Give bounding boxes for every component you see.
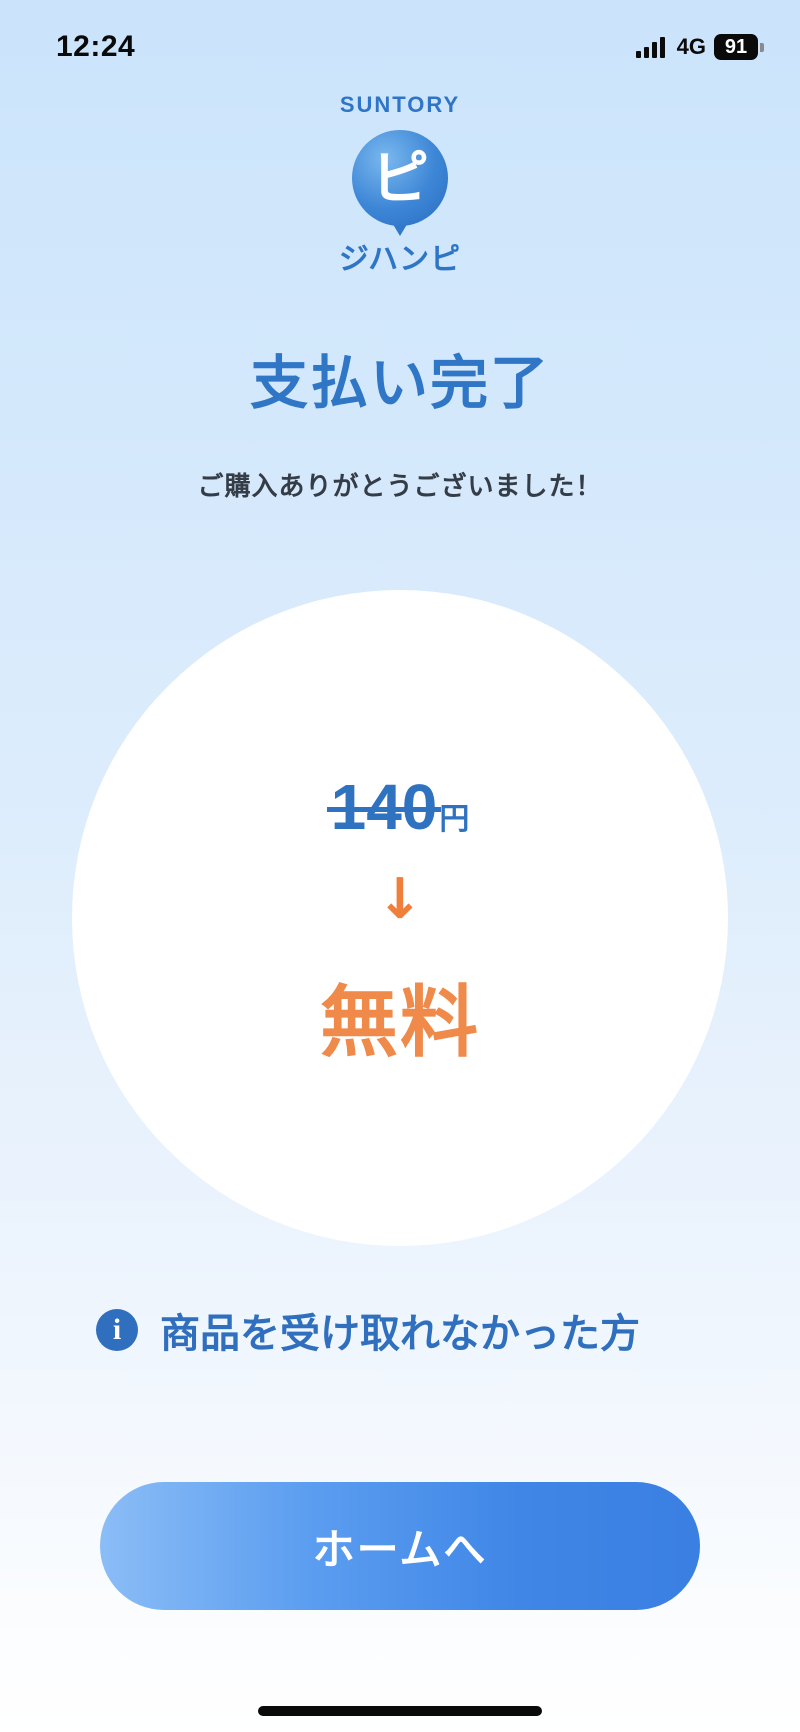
- help-link-label: 商品を受け取れなかった方: [160, 1311, 640, 1357]
- original-price-amount: 140: [326, 771, 442, 843]
- price-circle: 140円 ↓ 無料: [72, 590, 728, 1246]
- thanks-message: ご購入ありがとうございました！: [197, 472, 603, 502]
- app-logo: SUNTORY ピ ジハンピ: [0, 88, 800, 278]
- not-received-help-link[interactable]: i 商品を受け取れなかった方: [96, 1300, 716, 1360]
- currency-unit: 円: [439, 802, 470, 837]
- info-icon: i: [96, 1309, 138, 1351]
- network-type: 4G: [676, 34, 706, 59]
- logo-app-name: ジハンピ: [338, 242, 462, 277]
- page-title: 支払い完了: [249, 349, 550, 417]
- arrow-down-icon: ↓: [376, 867, 424, 932]
- status-indicators: 4G 91: [635, 34, 764, 60]
- home-indicator: [258, 1706, 542, 1716]
- signal-icon: [635, 36, 665, 58]
- logo-brand: SUNTORY: [339, 92, 461, 117]
- battery-icon: 91: [714, 34, 764, 60]
- status-time: 12:24: [56, 30, 136, 63]
- original-price: 140円: [72, 770, 728, 844]
- logo-glyph: ピ: [370, 144, 429, 212]
- status-bar: 12:24 4G 91: [0, 0, 800, 100]
- battery-level: 91: [714, 34, 758, 60]
- home-button[interactable]: ホームへ: [100, 1482, 700, 1610]
- free-price-label: 無料: [319, 978, 480, 1068]
